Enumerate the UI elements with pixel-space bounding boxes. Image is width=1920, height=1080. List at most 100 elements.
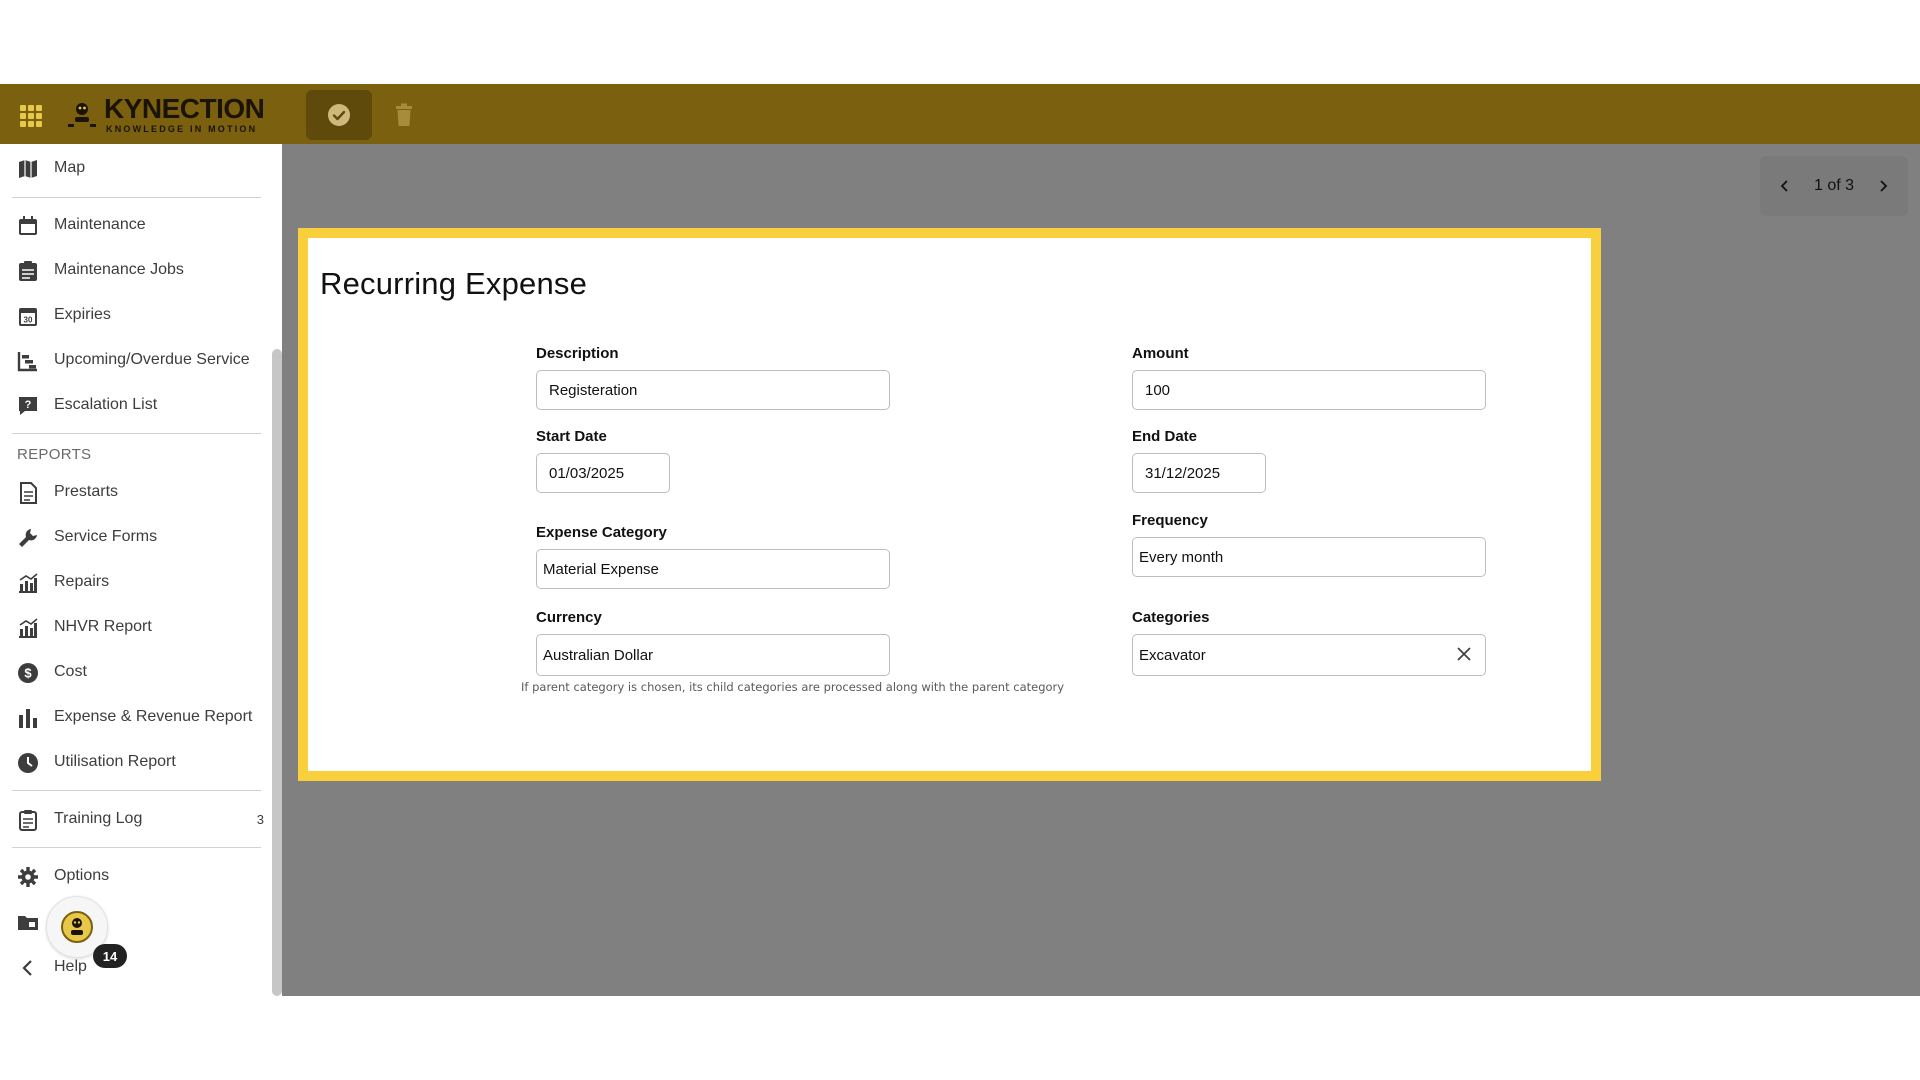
- wrench-icon: [19, 529, 37, 547]
- notification-count-badge[interactable]: 14: [93, 944, 127, 968]
- sidebar-item-maintenance[interactable]: Maintenance: [0, 205, 270, 245]
- delete-button[interactable]: [390, 100, 418, 130]
- sidebar-item-label: NHVR Report: [54, 618, 152, 635]
- sidebar-item-help[interactable]: Help: [0, 947, 270, 987]
- sidebar-item-label: Service Forms: [54, 528, 158, 545]
- sidebar-item-expense-revenue-report[interactable]: Expense & Revenue Report: [0, 697, 270, 737]
- currency-label: Currency: [536, 609, 602, 626]
- sidebar-item-label: Escalation List: [54, 396, 158, 413]
- page-title: Recurring Expense: [320, 266, 588, 301]
- clipboard-icon: [19, 810, 37, 831]
- sidebar-item-cost[interactable]: $ Cost: [0, 652, 270, 692]
- amount-value: 100: [1145, 381, 1171, 399]
- sidebar-item-training-log[interactable]: Training Log 3: [0, 799, 270, 839]
- sidebar-item-label: Options: [54, 867, 110, 884]
- clear-icon[interactable]: [1455, 645, 1473, 663]
- amount-label: Amount: [1132, 345, 1189, 362]
- sidebar-item-label: Map: [54, 159, 86, 176]
- chevron-left-icon: [1780, 180, 1788, 192]
- sidebar-item-label: Training Log: [54, 810, 143, 827]
- folder-lock-icon: [18, 916, 38, 930]
- robot-avatar-icon: [61, 911, 93, 943]
- apps-grid-icon[interactable]: [20, 105, 42, 127]
- expense-category-select[interactable]: Material Expense: [536, 549, 890, 589]
- divider: [12, 847, 261, 848]
- chart-icon: [19, 618, 38, 638]
- sidebar-item-label: Help: [54, 958, 87, 975]
- chart-icon: [19, 573, 38, 593]
- sidebar-item-documents[interactable]: [0, 901, 270, 941]
- start-date-field[interactable]: 01/03/2025: [536, 453, 670, 493]
- record-pager: 1 of 3: [1760, 156, 1908, 216]
- next-record-button[interactable]: [1872, 175, 1894, 197]
- sidebar-item-options[interactable]: Options: [0, 856, 270, 896]
- map-icon: [19, 160, 37, 178]
- sidebar-item-expiries[interactable]: 30 Expiries: [0, 295, 270, 335]
- sidebar-item-service-forms[interactable]: Service Forms: [0, 517, 270, 557]
- end-date-value: 31/12/2025: [1145, 464, 1221, 482]
- description-label: Description: [536, 345, 619, 362]
- recurring-expense-form: Recurring Expense Description Registerat…: [308, 238, 1591, 771]
- sidebar: Map Maintenance Maintenance Jobs 30 Expi…: [0, 144, 282, 996]
- check-circle-icon: [328, 104, 350, 126]
- start-date-label: Start Date: [536, 428, 607, 445]
- clock-icon: [18, 753, 38, 773]
- brand-tagline: KNOWLEDGE IN MOTION: [106, 124, 258, 134]
- recurring-expense-panel-highlight: Recurring Expense Description Registerat…: [298, 228, 1601, 781]
- svg-text:$: $: [24, 666, 32, 681]
- categories-label: Categories: [1132, 609, 1210, 626]
- currency-select[interactable]: Australian Dollar: [536, 634, 890, 676]
- expense-category-label: Expense Category: [536, 524, 667, 541]
- save-button[interactable]: [306, 90, 372, 140]
- previous-record-button[interactable]: [1774, 175, 1796, 197]
- sidebar-item-label: Cost: [54, 663, 87, 680]
- categories-value: Excavator: [1139, 646, 1206, 664]
- frequency-value: Every month: [1139, 548, 1224, 566]
- end-date-label: End Date: [1132, 428, 1198, 445]
- description-field[interactable]: Registeration: [536, 370, 890, 410]
- divider: [12, 433, 261, 434]
- bar-chart-icon: [19, 709, 37, 728]
- end-date-field[interactable]: 31/12/2025: [1132, 453, 1266, 493]
- sidebar-item-label: Maintenance Jobs: [54, 261, 184, 278]
- divider: [12, 790, 261, 791]
- brand-name: KYNECTION: [104, 93, 265, 124]
- sidebar-item-maintenance-jobs[interactable]: Maintenance Jobs: [0, 250, 270, 290]
- sidebar-item-repairs[interactable]: Repairs: [0, 562, 270, 602]
- sidebar-scrollbar[interactable]: [272, 349, 282, 996]
- svg-text:30: 30: [24, 316, 33, 325]
- sidebar-item-nhvr-report[interactable]: NHVR Report: [0, 607, 270, 647]
- frequency-select[interactable]: Every month: [1132, 537, 1486, 577]
- category-hint-text: If parent category is chosen, its child …: [521, 680, 1065, 694]
- sidebar-item-upcoming-overdue-service[interactable]: Upcoming/Overdue Service: [0, 340, 270, 380]
- currency-value: Australian Dollar: [543, 646, 654, 664]
- logo-mascot-icon: [68, 103, 96, 127]
- sidebar-item-label: Expense & Revenue Report: [54, 708, 253, 725]
- app-window: KYNECTION KNOWLEDGE IN MOTION Map Mainte…: [0, 84, 1920, 996]
- kynection-logo: KYNECTION KNOWLEDGE IN MOTION: [64, 94, 274, 134]
- sidebar-item-label: Upcoming/Overdue Service: [54, 351, 250, 368]
- sidebar-item-map[interactable]: Map: [0, 148, 270, 188]
- start-date-value: 01/03/2025: [549, 464, 625, 482]
- chevron-left-icon: [22, 960, 32, 976]
- training-log-count-badge: 3: [256, 811, 264, 827]
- gear-icon: [18, 867, 38, 887]
- expense-category-value: Material Expense: [543, 560, 659, 578]
- description-value: Registeration: [549, 381, 638, 399]
- pager-text: 1 of 3: [1813, 177, 1855, 194]
- gantt-icon: [17, 352, 37, 372]
- categories-select[interactable]: Excavator: [1132, 634, 1486, 676]
- amount-field[interactable]: 100: [1132, 370, 1486, 410]
- sidebar-item-label: Prestarts: [54, 483, 119, 500]
- sidebar-item-label: Repairs: [54, 573, 110, 590]
- sidebar-item-prestarts[interactable]: Prestarts: [0, 472, 270, 512]
- sidebar-item-utilisation-report[interactable]: Utilisation Report: [0, 742, 270, 782]
- sidebar-item-label: Utilisation Report: [54, 753, 176, 770]
- sidebar-item-label: Expiries: [54, 306, 111, 323]
- clipboard-list-icon: [19, 261, 37, 281]
- sidebar-item-escalation-list[interactable]: ? Escalation List: [0, 385, 270, 425]
- sidebar-item-label: Maintenance: [54, 216, 146, 233]
- calendar-30-icon: 30: [19, 308, 37, 326]
- svg-text:?: ?: [25, 399, 32, 411]
- document-icon: [20, 482, 37, 504]
